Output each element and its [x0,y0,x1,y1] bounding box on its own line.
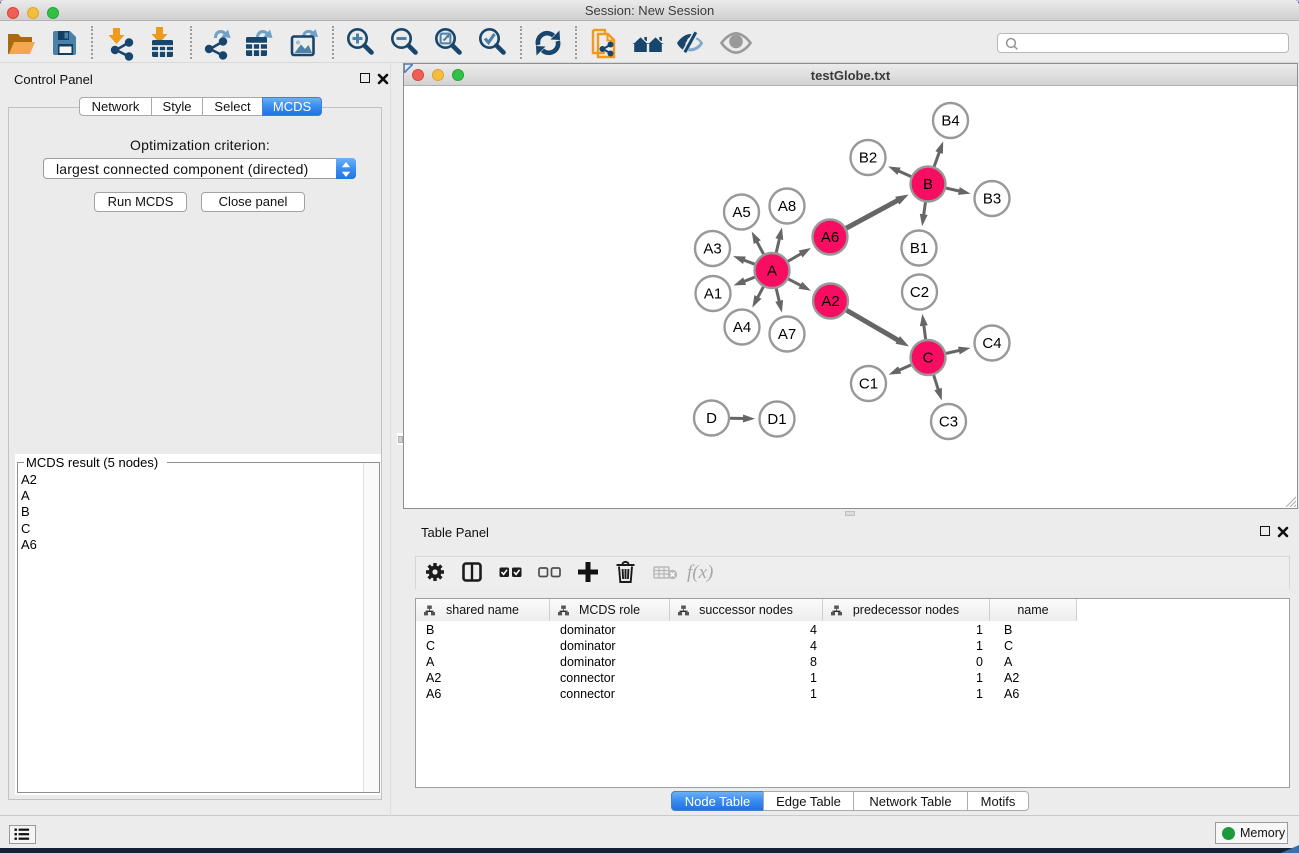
svg-text:A4: A4 [733,319,751,336]
svg-text:A7: A7 [778,326,796,343]
svg-text:A: A [767,263,777,280]
svg-text:B: B [923,176,933,193]
svg-text:B1: B1 [910,240,928,257]
svg-text:A2: A2 [821,293,839,310]
svg-text:D: D [706,410,717,427]
svg-text:D1: D1 [767,411,786,428]
svg-text:B2: B2 [859,150,877,167]
svg-text:C3: C3 [939,414,958,431]
svg-text:C2: C2 [910,284,929,301]
svg-text:A1: A1 [704,286,722,303]
svg-text:A8: A8 [778,198,796,215]
svg-text:B4: B4 [941,113,959,130]
svg-text:A3: A3 [703,241,721,258]
svg-text:A5: A5 [732,204,750,221]
svg-text:C: C [923,350,934,367]
svg-text:A6: A6 [821,229,839,246]
svg-text:B3: B3 [983,191,1001,208]
svg-text:C1: C1 [859,376,878,393]
svg-text:C4: C4 [982,335,1001,352]
